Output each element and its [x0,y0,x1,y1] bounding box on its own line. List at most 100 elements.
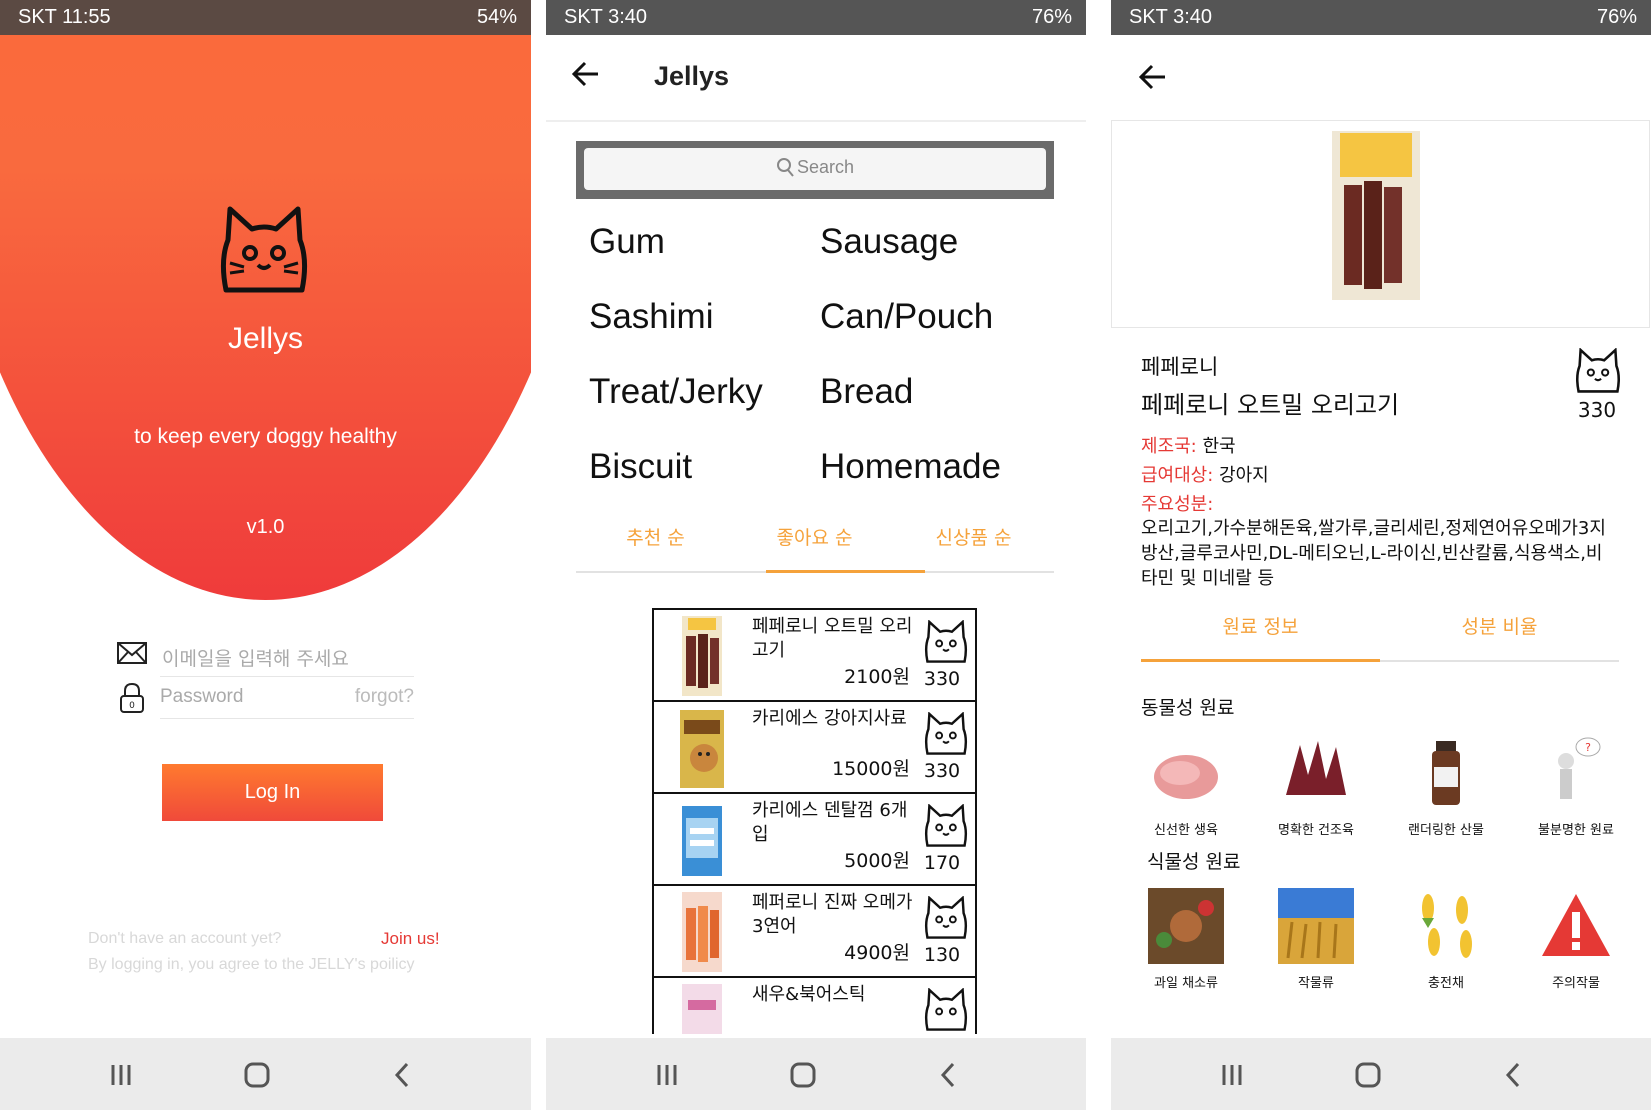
product-card[interactable]: 새우&북어스틱 [652,976,977,1034]
search-placeholder: Search [797,157,855,177]
animal-section-title: 동물성 원료 [1141,697,1235,719]
email-field[interactable]: 이메일을 입력해 주세요 [160,638,414,677]
tab-recommended[interactable]: 추천 순 [576,523,735,550]
category-biscuit[interactable]: Biscuit [589,447,692,487]
home-icon[interactable] [240,1060,274,1090]
category-sashimi[interactable]: Sashimi [589,297,713,337]
plant-section-title: 식물성 원료 [1147,851,1241,873]
ingredient-thumb[interactable]: 신선한 생육 [1131,735,1241,838]
tab-nutrient-ratio[interactable]: 성분 비율 [1380,612,1619,639]
like-cat-icon[interactable] [923,712,969,756]
email-placeholder: 이메일을 입력해 주세요 [162,648,349,670]
grain-field-image [1278,888,1354,964]
product-name: 카리에스 덴탈껌 6개입 [752,800,908,845]
recent-apps-icon[interactable] [650,1060,684,1090]
login-screen: SKT 11:55 54% Jellys to keep every doggy… [0,0,531,1110]
ingredients-row: 주요성분: [1141,490,1213,516]
like-cat-icon[interactable] [923,988,969,1032]
ingredient-label: 불분명한 원료 [1538,823,1614,838]
category-treat-jerky[interactable]: Treat/Jerky [589,372,763,412]
target-row: 급여대상: 강아지 [1141,461,1269,487]
search-icon [777,158,794,177]
product-image-box [1111,120,1650,328]
like-cat-icon[interactable] [923,620,969,664]
ingredient-thumb[interactable]: 랜더링한 산물 [1391,735,1501,838]
ingredient-label: 작물류 [1298,976,1334,991]
back-arrow-icon[interactable] [572,61,600,87]
cat-logo-icon [220,206,308,293]
recent-apps-icon[interactable] [1215,1060,1249,1090]
product-card[interactable]: 페페로니 오트밀 오리고기 2100원 330 [652,608,977,706]
category-gum[interactable]: Gum [589,222,665,262]
back-nav-icon[interactable] [1496,1060,1530,1090]
category-bread[interactable]: Bread [820,372,913,412]
recent-apps-icon[interactable] [104,1060,138,1090]
category-sausage[interactable]: Sausage [820,222,958,262]
question-figure-image: ? [1558,737,1601,799]
forgot-password-link[interactable]: forgot? [355,686,414,708]
like-cat-icon[interactable] [923,896,969,940]
bottle-image [1432,741,1460,805]
ingredient-thumb[interactable]: 명확한 건조육 [1261,735,1371,838]
version-label: v1.0 [246,516,285,538]
ingredient-thumb[interactable]: ? 불분명한 원료 [1521,735,1631,838]
login-button[interactable]: Log In [162,764,383,821]
like-count: 330 [1577,398,1617,422]
back-nav-icon[interactable] [931,1060,965,1090]
status-battery: 76% [1596,6,1637,28]
back-arrow-icon[interactable] [1139,64,1167,90]
product-price: 4900원 [844,942,910,964]
ingredient-thumb[interactable]: 작물류 [1261,888,1371,991]
search-input[interactable]: Search [584,148,1046,190]
warning-icon [1542,894,1610,956]
status-time: SKT 11:55 [18,6,111,28]
origin-value: 한국 [1202,436,1236,457]
system-nav-bar [0,1038,531,1110]
product-image [680,710,724,788]
tagline: to keep every doggy healthy [134,425,397,448]
active-tab-indicator [766,570,925,573]
join-link[interactable]: Join us! [381,929,440,949]
active-tab-indicator [1141,659,1380,662]
system-nav-bar [1111,1038,1651,1110]
detail-tabs: 원료 정보 성분 비율 [1141,600,1619,662]
app-bar: Jellys [546,35,1086,122]
product-likes: 330 [923,668,961,690]
product-price: 15000원 [832,758,910,780]
status-bar: SKT 11:55 54% [0,0,531,35]
product-image [682,616,722,696]
status-bar: SKT 3:40 76% [1111,0,1651,35]
tab-ingredient-info[interactable]: 원료 정보 [1141,612,1380,639]
ingredient-thumb[interactable]: 주의작물 [1521,888,1631,991]
svg-text:0: 0 [129,701,135,711]
target-label: 급여대상: [1141,465,1214,486]
ingredient-thumb[interactable]: 충전채 [1391,888,1501,991]
category-can-pouch[interactable]: Can/Pouch [820,297,993,337]
product-image [682,984,722,1034]
ingredients-label: 주요성분: [1141,494,1214,515]
like-cat-icon[interactable] [1574,348,1622,394]
category-homemade[interactable]: Homemade [820,447,1001,487]
page-title: Jellys [654,61,730,91]
raw-meat-image [1154,755,1218,799]
product-card[interactable]: 페퍼로니 진짜 오메가3연어 4900원 130 [652,884,977,982]
tab-newest[interactable]: 신상품 순 [894,523,1053,550]
home-icon[interactable] [1351,1060,1385,1090]
product-title: 페페로니 오트밀 오리고기 [1141,391,1400,419]
product-list: 페페로니 오트밀 오리고기 2100원 330 카리에스 강아지사료 15000… [652,608,977,1034]
password-field[interactable]: Password forgot? [160,680,414,719]
ingredient-label: 충전채 [1428,976,1464,991]
back-nav-icon[interactable] [385,1060,419,1090]
product-image [682,806,722,876]
password-placeholder: Password [160,686,244,707]
tab-likes[interactable]: 좋아요 순 [735,523,894,550]
home-icon[interactable] [786,1060,820,1090]
ingredient-thumb[interactable]: 과일 채소류 [1131,888,1241,991]
product-card[interactable]: 카리에스 덴탈껌 6개입 5000원 170 [652,792,977,890]
product-name: 페퍼로니 진짜 오메가3연어 [752,892,913,937]
ingredient-label: 랜더링한 산물 [1408,823,1484,838]
product-card[interactable]: 카리에스 강아지사료 15000원 330 [652,700,977,798]
ingredient-label: 신선한 생육 [1154,823,1218,838]
product-image [1332,131,1420,300]
like-cat-icon[interactable] [923,804,969,848]
